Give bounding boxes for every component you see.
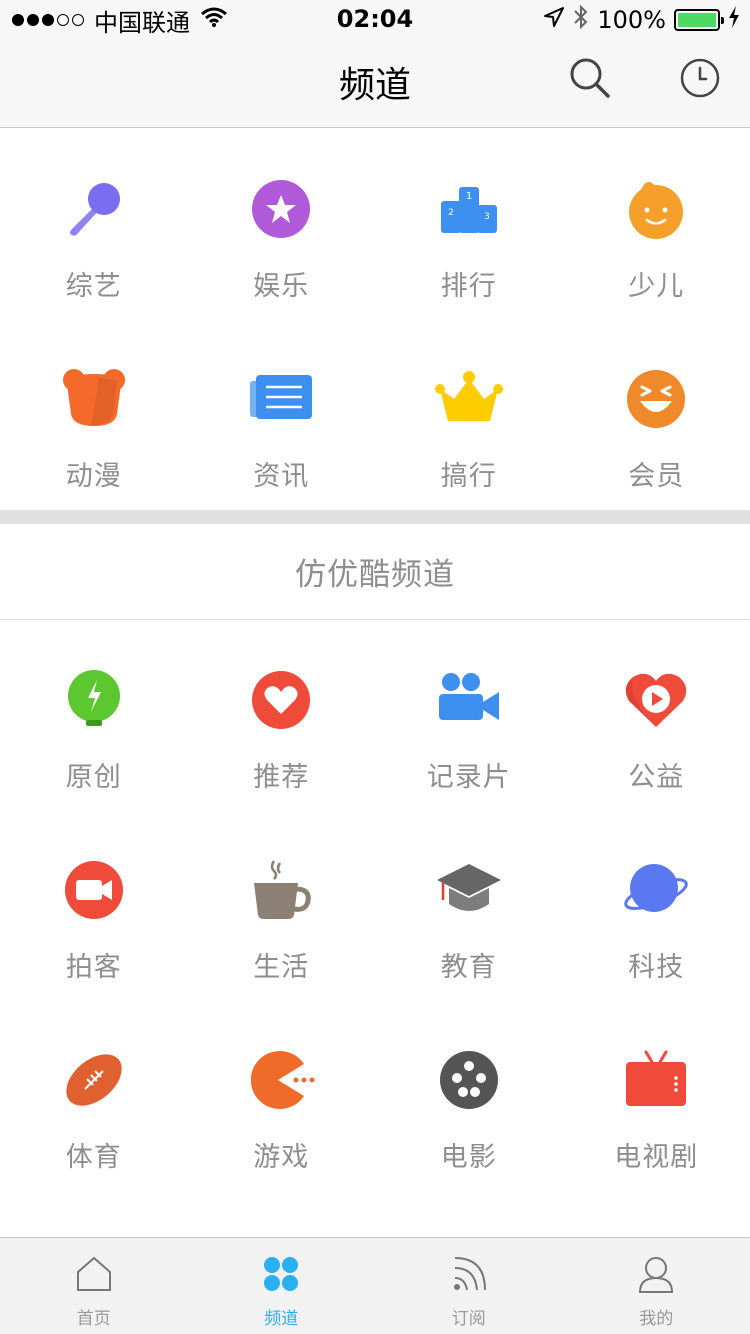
battery-percent: 100% [597,6,666,34]
svg-text:1: 1 [466,191,472,202]
video-camera-icon [432,663,506,737]
football-icon [57,1043,131,1117]
channel-item-2[interactable]: 记录片 [375,621,563,811]
bear-icon [57,362,131,436]
page-title: 频道 [338,65,411,106]
channel-label: 娱乐 [253,271,310,302]
channel-item-3[interactable]: 少儿 [563,130,750,320]
pacman-icon [244,1043,318,1117]
channel-label: 会员 [628,461,685,492]
search-icon[interactable] [566,54,614,102]
section-title: 仿优酷频道 [0,524,750,620]
charging-bolt-icon [728,6,740,34]
tab-bar: 首页 频道 订阅 我的 [0,1237,750,1334]
status-bar: 中国联通 02:04 100% [0,0,750,40]
channel-item-10[interactable]: 电影 [375,1001,563,1191]
more-channel-grid: 原创 推荐 记录片 公益拍客 生活 教育 科技体育 游戏 电影 电视剧 [0,621,750,1191]
film-reel-icon [432,1043,506,1117]
channel-item-0[interactable]: 综艺 [0,130,188,320]
tab-label: 频道 [264,1309,299,1329]
history-clock-icon[interactable] [676,54,724,102]
channel-label: 电影 [440,1142,497,1173]
tab-1[interactable]: 频道 [188,1238,376,1334]
channel-label: 排行 [440,271,497,302]
channel-item-7[interactable]: 科技 [563,811,750,1001]
tab-3[interactable]: 我的 [563,1238,750,1334]
channels-grid-icon [259,1252,303,1296]
tab-label: 首页 [76,1309,111,1329]
navigation-bar: 频道 [0,40,750,128]
tab-0[interactable]: 首页 [0,1238,188,1334]
channel-item-3[interactable]: 公益 [563,621,750,811]
tab-label: 订阅 [451,1309,486,1329]
user-icon [634,1252,678,1296]
crown-icon [432,362,506,436]
coffee-cup-icon [244,853,318,927]
tv-icon [619,1043,693,1117]
location-arrow-icon [543,6,565,34]
channel-label: 推荐 [253,762,310,793]
section-divider [0,510,750,524]
heart-play-icon [619,663,693,737]
graduation-cap-icon [432,853,506,927]
podium-icon: 1 2 3 [432,172,506,246]
channel-label: 动漫 [65,461,122,492]
tab-2[interactable]: 订阅 [375,1238,563,1334]
channel-label: 科技 [628,952,685,983]
channel-item-5[interactable]: 资讯 [188,320,376,510]
channel-item-1[interactable]: 娱乐 [188,130,376,320]
channel-item-2[interactable]: 1 2 3 排行 [375,130,563,320]
newspaper-icon [244,362,318,436]
kid-face-icon [619,172,693,246]
channel-item-11[interactable]: 电视剧 [563,1001,750,1191]
svg-text:3: 3 [484,212,490,222]
channel-label: 资讯 [253,461,310,492]
channel-item-9[interactable]: 游戏 [188,1001,376,1191]
bluetooth-icon [573,4,589,36]
channel-item-1[interactable]: 推荐 [188,621,376,811]
home-icon [72,1252,116,1296]
channel-label: 教育 [440,952,497,983]
channel-label: 原创 [65,762,122,793]
star-badge-icon [244,172,318,246]
channel-label: 生活 [253,952,310,983]
microphone-icon [57,172,131,246]
channel-item-6[interactable]: 教育 [375,811,563,1001]
channel-label: 少儿 [628,271,685,302]
svg-text:2: 2 [448,208,454,218]
lightbulb-icon [57,663,131,737]
channel-label: 拍客 [65,952,122,983]
heart-icon [244,663,318,737]
top-channel-grid: 综艺 娱乐 1 2 3 排行 少儿动漫 资讯 搞行 会员 [0,130,750,510]
laughing-face-icon [619,362,693,436]
channel-label: 电视剧 [614,1142,699,1173]
channel-label: 体育 [65,1142,122,1173]
rss-icon [447,1252,491,1296]
channel-label: 搞行 [440,461,497,492]
status-right: 100% [543,4,740,36]
channel-item-6[interactable]: 搞行 [375,320,563,510]
channel-item-8[interactable]: 体育 [0,1001,188,1191]
channel-item-0[interactable]: 原创 [0,621,188,811]
tab-label: 我的 [639,1309,674,1329]
channel-item-4[interactable]: 动漫 [0,320,188,510]
planet-icon [619,853,693,927]
camera-icon [57,853,131,927]
channel-label: 综艺 [65,271,122,302]
channel-label: 记录片 [426,762,511,793]
battery-icon [674,9,724,31]
channel-item-4[interactable]: 拍客 [0,811,188,1001]
channel-label: 游戏 [253,1142,310,1173]
channel-label: 公益 [628,762,685,793]
channel-item-5[interactable]: 生活 [188,811,376,1001]
channel-item-7[interactable]: 会员 [563,320,750,510]
